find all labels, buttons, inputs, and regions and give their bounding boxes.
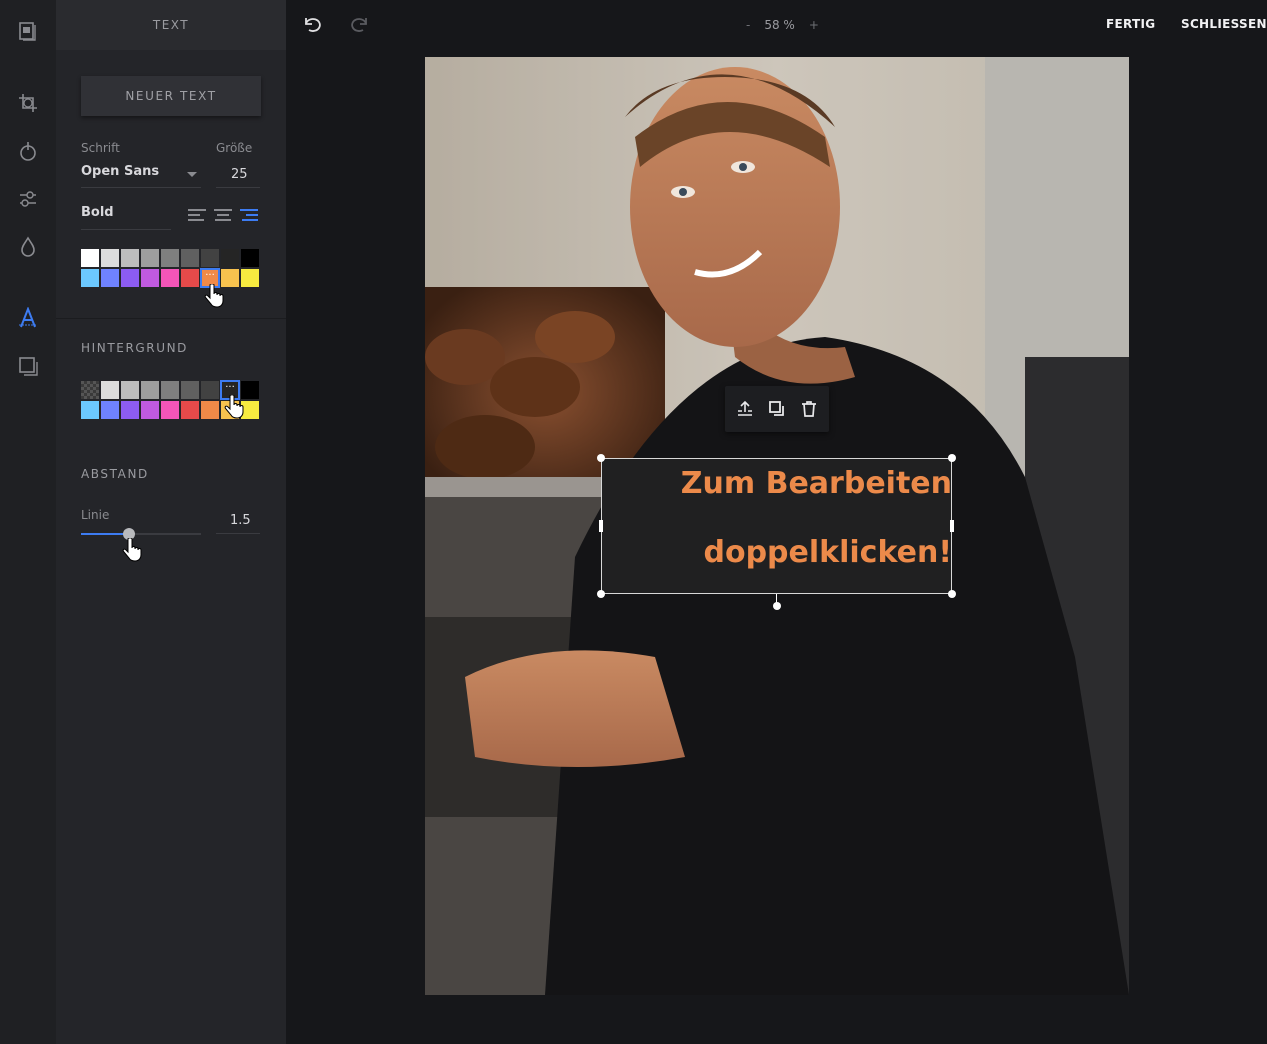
- frame-icon[interactable]: [17, 355, 39, 377]
- text-color-swatch[interactable]: [241, 269, 259, 287]
- size-label: Größe: [216, 141, 253, 155]
- spacing-section-title: ABSTAND: [81, 467, 149, 481]
- text-color-palette: ···: [81, 249, 259, 288]
- resize-handle-br[interactable]: [948, 590, 956, 598]
- line-value-underline: [216, 533, 260, 534]
- undo-icon[interactable]: [302, 14, 322, 34]
- focus-drop-icon[interactable]: [17, 236, 39, 258]
- resize-handle-tl[interactable]: [597, 454, 605, 462]
- font-underline: [81, 187, 201, 188]
- text-color-swatch[interactable]: [201, 249, 219, 267]
- text-color-swatch[interactable]: [121, 269, 139, 287]
- background-color-swatch[interactable]: [121, 381, 139, 399]
- weight-select[interactable]: Bold: [81, 205, 114, 220]
- background-color-swatch[interactable]: [141, 401, 159, 419]
- background-color-swatch[interactable]: [101, 381, 119, 399]
- more-colors-icon: ···: [225, 382, 235, 393]
- duplicate-icon[interactable]: [767, 399, 787, 419]
- text-object-toolbar: [725, 386, 829, 432]
- text-color-swatch[interactable]: [141, 269, 159, 287]
- font-select[interactable]: Open Sans: [81, 164, 159, 179]
- text-color-swatch[interactable]: [141, 249, 159, 267]
- line-spacing-input[interactable]: 1.5: [230, 513, 251, 528]
- hand-cursor-icon: [122, 538, 142, 562]
- zoom-control: - 58 % +: [746, 18, 819, 32]
- filter-icon[interactable]: [17, 140, 39, 162]
- weight-underline: [81, 229, 171, 230]
- text-color-swatch[interactable]: [241, 249, 259, 267]
- chevron-down-icon[interactable]: [187, 172, 197, 177]
- text-color-swatch[interactable]: [101, 249, 119, 267]
- text-tool-icon[interactable]: [17, 307, 39, 329]
- top-bar: - 58 % + FERTIG SCHLIESSEN: [286, 0, 1267, 50]
- crop-icon[interactable]: [17, 92, 39, 114]
- text-color-swatch[interactable]: [81, 249, 99, 267]
- more-colors-icon: ···: [205, 270, 215, 281]
- align-right-icon[interactable]: [240, 209, 258, 223]
- redo-icon[interactable]: [350, 14, 370, 34]
- adjust-icon[interactable]: [17, 188, 39, 210]
- hand-cursor-icon: [224, 395, 244, 419]
- text-line-2: doppelklicken!: [703, 535, 953, 570]
- text-color-swatch[interactable]: [181, 269, 199, 287]
- resize-handle-right[interactable]: [950, 520, 954, 532]
- align-left-icon[interactable]: [188, 209, 206, 223]
- zoom-level: 58 %: [764, 18, 795, 32]
- trash-icon[interactable]: [799, 399, 819, 419]
- line-spacing-slider[interactable]: [81, 528, 201, 540]
- background-color-swatch[interactable]: [121, 401, 139, 419]
- bring-forward-icon[interactable]: [735, 399, 755, 419]
- resize-handle-bl[interactable]: [597, 590, 605, 598]
- text-color-swatch[interactable]: [161, 249, 179, 267]
- background-color-swatch[interactable]: [101, 401, 119, 419]
- hand-cursor-icon: [204, 284, 224, 308]
- size-input[interactable]: 25: [231, 167, 248, 182]
- text-object[interactable]: Zum Bearbeiten doppelklicken!: [601, 458, 952, 594]
- background-color-swatch[interactable]: [161, 381, 179, 399]
- text-color-swatch[interactable]: [101, 269, 119, 287]
- text-color-swatch[interactable]: [181, 249, 199, 267]
- text-color-swatch[interactable]: [81, 269, 99, 287]
- line-spacing-label: Linie: [81, 508, 110, 522]
- text-color-swatch[interactable]: [161, 269, 179, 287]
- rotate-handle[interactable]: [773, 602, 781, 610]
- font-label: Schrift: [81, 141, 120, 155]
- resize-handle-left[interactable]: [599, 520, 603, 532]
- background-color-swatch[interactable]: [181, 381, 199, 399]
- zoom-in-button[interactable]: +: [809, 18, 819, 32]
- text-panel: TEXT NEUER TEXT Schrift Open Sans Größe …: [56, 0, 286, 1044]
- slider-fill: [81, 533, 129, 535]
- align-center-icon[interactable]: [214, 209, 232, 223]
- text-color-swatch[interactable]: [221, 249, 239, 267]
- panel-title: TEXT: [56, 0, 286, 50]
- new-text-button[interactable]: NEUER TEXT: [81, 76, 261, 116]
- background-color-swatch[interactable]: [161, 401, 179, 419]
- text-line-1: Zum Bearbeiten: [680, 466, 952, 501]
- tool-rail: [0, 0, 57, 1044]
- size-underline: [216, 187, 260, 188]
- text-color-swatch[interactable]: [121, 249, 139, 267]
- close-button[interactable]: SCHLIESSEN: [1181, 17, 1267, 31]
- background-color-swatch[interactable]: [201, 401, 219, 419]
- library-icon[interactable]: [17, 20, 39, 42]
- resize-handle-tr[interactable]: [948, 454, 956, 462]
- background-color-swatch[interactable]: [81, 381, 99, 399]
- zoom-out-button[interactable]: -: [746, 18, 750, 32]
- panel-divider: [56, 318, 286, 319]
- done-button[interactable]: FERTIG: [1106, 17, 1155, 31]
- background-color-swatch[interactable]: [201, 381, 219, 399]
- background-color-swatch[interactable]: [141, 381, 159, 399]
- background-color-swatch[interactable]: [81, 401, 99, 419]
- background-section-title: HINTERGRUND: [81, 341, 189, 355]
- background-color-swatch[interactable]: [181, 401, 199, 419]
